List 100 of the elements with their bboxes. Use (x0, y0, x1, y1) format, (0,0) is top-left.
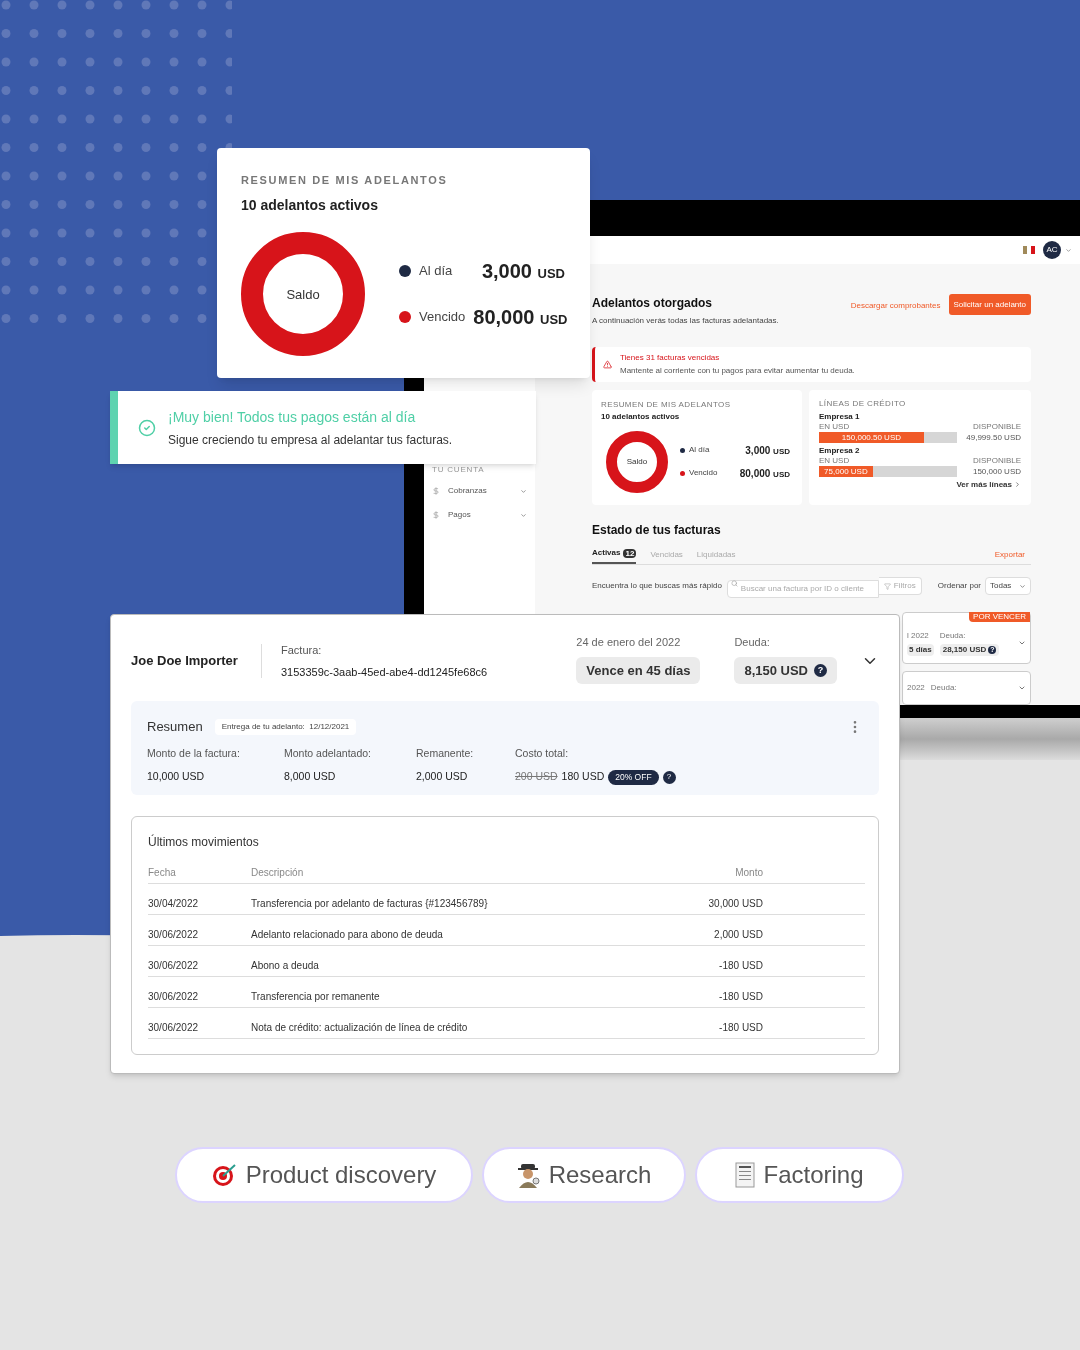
invoice-id: 3153359c-3aab-45ed-abe4-dd1245fe68c6 (281, 664, 488, 680)
old-price: 200 USD (515, 769, 558, 785)
invoice-date: 24 de enero del 2022 (576, 635, 682, 650)
search-hint: Encuentra lo que buscas más rápido (592, 580, 722, 592)
donut-label: Saldo (626, 457, 648, 466)
sidebar-item[interactable]: Cobranzas (432, 482, 527, 500)
sidebar-section-label: TU CUENTA (432, 464, 486, 476)
chevron-down-icon (1018, 639, 1026, 647)
sort-label: Ordenar por (937, 580, 981, 592)
donut-label: Saldo (286, 287, 320, 300)
tag-label: Factoring (763, 1160, 864, 1190)
receipt-icon (735, 1162, 756, 1188)
summary-title: Resumen (147, 718, 203, 736)
card-title: RESUMEN DE MIS ADELANTOS (241, 173, 449, 188)
field-label: Remanente: (416, 745, 475, 761)
due-status: 5 días (907, 644, 934, 656)
table-cell: 30,000 USD (708, 898, 763, 910)
banner-title: ¡Muy bien! Todos tus pagos están al día (168, 407, 417, 427)
invoice-label: Factura: (281, 643, 323, 658)
dollar-icon (432, 487, 440, 495)
help-mark: ? (814, 663, 827, 677)
table-cell: 2,000 USD (714, 929, 763, 941)
invoice-date: l 2022 (907, 630, 930, 642)
table-cell: -180 USD (719, 960, 763, 972)
debt-label: Deuda: (939, 630, 967, 642)
column-header: Fecha (148, 867, 177, 879)
field-label: Costo total: (515, 745, 570, 761)
legend-label: Vencido (689, 467, 718, 480)
invoice-date: 2022 (907, 682, 925, 694)
table-cell-text: 30/06/2022 (148, 991, 200, 1003)
debt-pill: 8,150 USD ? (734, 656, 837, 684)
check-circle-icon (138, 418, 156, 437)
field-value: 2,000 USD (416, 769, 469, 785)
movements-title: Últimos movimientos (148, 835, 260, 850)
chevron-down-icon (1018, 684, 1026, 692)
person-with-hat-icon (516, 1162, 541, 1188)
banner-message: Sigue creciendo tu empresa al adelantar tus facturas. (168, 431, 453, 449)
table-cell-text: Abono a deuda (251, 960, 320, 972)
more-lines-link[interactable]: Ver más líneas (956, 479, 1021, 490)
field-label: Monto adelantado: (284, 745, 372, 761)
target-icon (211, 1162, 238, 1188)
currency-label: EN USD (819, 455, 850, 466)
table-cell-text: 30/06/2022 (148, 1022, 200, 1034)
field-label: Monto de la factura: (147, 745, 241, 761)
page-title: Adelantos otorgados (592, 295, 713, 312)
available-label: DISPONIBLE (973, 421, 1021, 432)
column-header: Descripción (251, 867, 305, 879)
help-mark: ? (662, 770, 676, 784)
debt-label: Deuda: (734, 635, 771, 650)
credit-bar-fill: 150,000.50 USD (819, 432, 924, 444)
invoice-row-card[interactable]: 2022 Deuda: (902, 671, 1031, 705)
sidebar-item[interactable]: Pagos (432, 506, 527, 524)
flag-icon (1023, 246, 1035, 254)
credit-line-name: Empresa 1 (819, 411, 861, 422)
search-field[interactable]: Buscar una factura por ID o cliente (726, 579, 879, 598)
legend-amount: 80,000 USD (739, 466, 790, 481)
tag-label: Research (548, 1160, 652, 1190)
delivery-chip: Entrega de tu adelanto: 12/12/2021 (214, 718, 357, 735)
chevron-down-icon (1019, 582, 1026, 590)
alert-title: Tienes 31 facturas vencidas (620, 351, 721, 364)
available-amount: 49,999.50 USD (966, 431, 1021, 444)
legend-amount: 80,000 USD (473, 304, 568, 330)
user-avatar[interactable]: AC (1043, 241, 1061, 259)
chevron-down-icon (520, 487, 527, 495)
warning-icon (603, 359, 612, 369)
field-value: 8,000 USD (284, 769, 337, 785)
card-title: RESUMEN DE MIS ADELANTOS (601, 398, 732, 411)
table-cell: -180 USD (719, 991, 763, 1003)
filter-icon (883, 582, 891, 590)
legend-amount: 3,000 USD (745, 443, 790, 458)
table-cell-text: Nota de crédito: actualización de línea de crédito (251, 1022, 469, 1034)
card-subtitle: 10 adelantos activos (241, 195, 379, 215)
sort-select[interactable]: Todas (985, 577, 1031, 595)
legend-label: Vencido (419, 307, 466, 326)
debt-label: Deuda: (930, 682, 957, 694)
tag-label: Product discovery (245, 1160, 437, 1190)
due-status-pill: Vence en 45 días (576, 656, 701, 684)
tab[interactable]: Activas 12 (592, 547, 637, 564)
donut-chart-drawing (606, 430, 668, 493)
table-cell-text: Transferencia por remanente (251, 991, 381, 1003)
company-name: Joe Doe Importer (131, 652, 239, 671)
table-cell: -180 USD (719, 1022, 763, 1034)
section-title: Estado de tus facturas (592, 522, 722, 539)
table-cell-text: Adelanto relacionado para abono de deuda (251, 929, 444, 941)
status-badge: POR VENCER (969, 612, 1030, 622)
credit-bar-fill: 75,000 USD (819, 466, 873, 478)
field-value: 10,000 USD (147, 769, 206, 785)
credit-line-name: Empresa 2 (819, 445, 861, 456)
currency-label: EN USD (819, 421, 850, 432)
card-title: LÍNEAS DE CRÉDITO (819, 398, 907, 409)
table-cell-text: 30/06/2022 (148, 960, 200, 972)
available-amount: 150,000 USD (972, 465, 1021, 478)
legend-label: Al día (689, 444, 710, 457)
page-subtitle: A continuación verás todas las facturas adelantadas. (592, 315, 779, 327)
table-cell-text: Transferencia por adelanto de facturas {#123456789} (251, 898, 489, 910)
discount-badge: 20% OFF (608, 769, 659, 785)
table-cell-text: 30/06/2022 (148, 929, 200, 941)
new-price: 180 USD (561, 769, 605, 785)
table-cell-text: 30/04/2022 (148, 898, 200, 910)
column-header: Monto (735, 867, 763, 879)
